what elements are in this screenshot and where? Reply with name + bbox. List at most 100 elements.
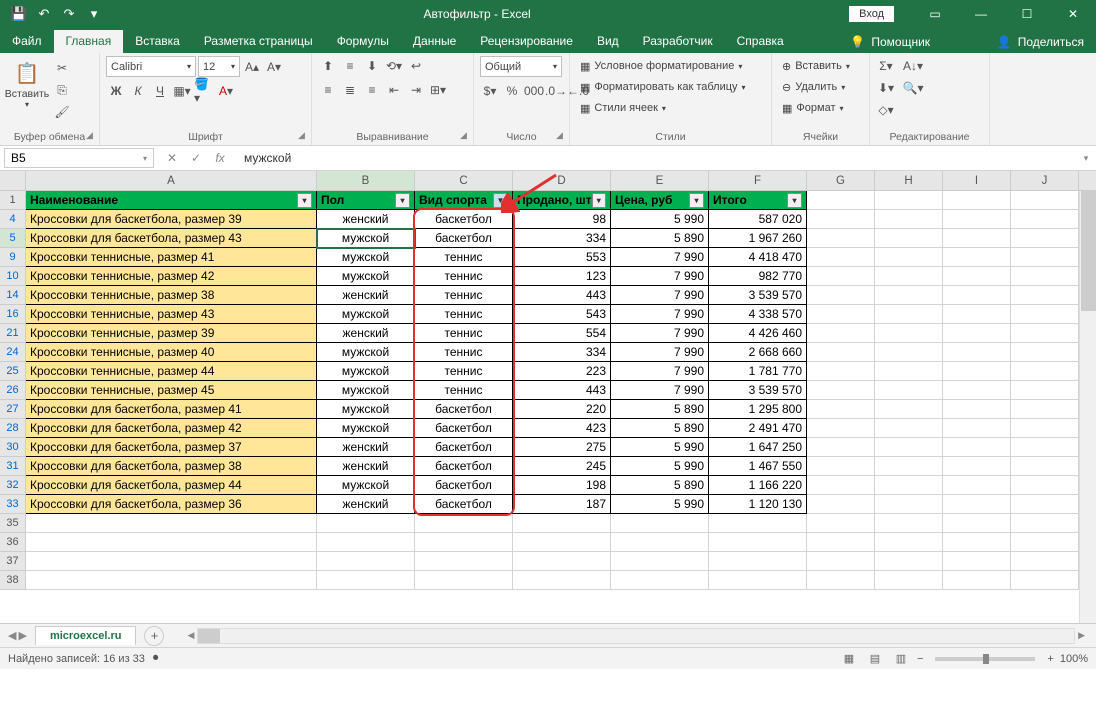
cell[interactable]: Кроссовки для баскетбола, размер 37 — [26, 438, 317, 457]
cell[interactable] — [317, 514, 415, 533]
cell[interactable]: 1 781 770 — [709, 362, 807, 381]
row-header[interactable]: 31 — [0, 457, 26, 476]
cell[interactable] — [1011, 571, 1079, 590]
zoom-in-icon[interactable]: + — [1047, 653, 1053, 665]
cell[interactable]: 443 — [513, 381, 611, 400]
cell[interactable]: 2 668 660 — [709, 343, 807, 362]
cell[interactable]: мужской — [317, 381, 415, 400]
cell[interactable]: 7 990 — [611, 362, 709, 381]
cell[interactable]: теннис — [415, 343, 513, 362]
row-header[interactable]: 36 — [0, 533, 26, 552]
cell[interactable]: мужской — [317, 400, 415, 419]
cell[interactable]: 1 166 220 — [709, 476, 807, 495]
cell[interactable]: Кроссовки теннисные, размер 43 — [26, 305, 317, 324]
row-header[interactable]: 10 — [0, 267, 26, 286]
column-header-A[interactable]: A — [26, 171, 317, 190]
zoom-slider[interactable] — [935, 657, 1035, 661]
align-center-icon[interactable]: ≣ — [340, 80, 360, 100]
cell[interactable]: 4 426 460 — [709, 324, 807, 343]
page-layout-view-icon[interactable]: ▤ — [865, 651, 885, 667]
clear-icon[interactable]: ◇▾ — [876, 100, 896, 120]
filter-active-icon[interactable]: ▼ — [493, 193, 508, 208]
enter-formula-icon[interactable]: ✓ — [184, 148, 208, 168]
filter-dropdown-icon[interactable]: ▾ — [395, 193, 410, 208]
format-painter-icon[interactable]: 🖌 — [52, 102, 72, 122]
cell[interactable]: баскетбол — [415, 210, 513, 229]
row-header[interactable]: 24 — [0, 343, 26, 362]
cell[interactable] — [709, 533, 807, 552]
column-header-H[interactable]: H — [875, 171, 943, 190]
vscroll-thumb[interactable] — [1081, 191, 1096, 311]
cell[interactable] — [611, 571, 709, 590]
cell[interactable]: Кроссовки для баскетбола, размер 44 — [26, 476, 317, 495]
formula-input[interactable]: мужской — [238, 151, 1076, 165]
sort-filter-icon[interactable]: A↓▾ — [898, 56, 928, 76]
cell[interactable]: 1 647 250 — [709, 438, 807, 457]
zoom-thumb[interactable] — [983, 654, 989, 664]
paste-button[interactable]: 📋 Вставить ▾ — [6, 56, 48, 109]
insert-cells-button[interactable]: ⊕Вставить▾ — [778, 56, 854, 76]
cell[interactable]: женский — [317, 438, 415, 457]
conditional-formatting-button[interactable]: ▦Условное форматирование▾ — [576, 56, 746, 76]
cell[interactable]: 223 — [513, 362, 611, 381]
cell[interactable]: 220 — [513, 400, 611, 419]
underline-button[interactable]: Ч — [150, 81, 170, 101]
cell[interactable]: 7 990 — [611, 305, 709, 324]
cell[interactable] — [611, 533, 709, 552]
cell[interactable]: теннис — [415, 286, 513, 305]
page-break-view-icon[interactable]: ▥ — [891, 651, 911, 667]
cell[interactable]: Кроссовки теннисные, размер 44 — [26, 362, 317, 381]
redo-icon[interactable]: ↷ — [58, 3, 80, 25]
cell[interactable]: 198 — [513, 476, 611, 495]
clipboard-launcher-icon[interactable]: ◢ — [83, 129, 96, 142]
login-button[interactable]: Вход — [849, 6, 894, 22]
bold-button[interactable]: Ж — [106, 81, 126, 101]
filter-dropdown-icon[interactable]: ▾ — [592, 193, 606, 208]
add-sheet-button[interactable]: + — [144, 626, 164, 646]
cell[interactable]: 5 990 — [611, 438, 709, 457]
cell[interactable]: 5 990 — [611, 457, 709, 476]
cell[interactable]: мужской — [317, 305, 415, 324]
delete-cells-button[interactable]: ⊖Удалить▾ — [778, 77, 849, 97]
cell[interactable] — [943, 571, 1011, 590]
cell[interactable]: 275 — [513, 438, 611, 457]
number-launcher-icon[interactable]: ◢ — [553, 129, 566, 142]
ribbon-tab-вставка[interactable]: Вставка — [123, 30, 192, 53]
cell[interactable] — [709, 514, 807, 533]
cell[interactable] — [709, 571, 807, 590]
cell[interactable]: 187 — [513, 495, 611, 514]
fill-color-icon[interactable]: 🪣▾ — [194, 81, 214, 101]
cell[interactable]: баскетбол — [415, 229, 513, 248]
cell[interactable]: женский — [317, 286, 415, 305]
cell[interactable]: 1 967 260 — [709, 229, 807, 248]
align-left-icon[interactable]: ≡ — [318, 80, 338, 100]
font-name-select[interactable]: Calibri▾ — [106, 56, 196, 77]
cell[interactable] — [415, 571, 513, 590]
cell[interactable] — [943, 552, 1011, 571]
qat-dropdown-icon[interactable]: ▾ — [83, 3, 105, 25]
cell[interactable] — [807, 514, 875, 533]
row-header[interactable]: 30 — [0, 438, 26, 457]
hscroll-left-icon[interactable]: ◀ — [184, 630, 197, 641]
cell[interactable]: 4 418 470 — [709, 248, 807, 267]
table-header[interactable]: Наименование▾ — [26, 191, 317, 210]
cell[interactable] — [709, 552, 807, 571]
cell[interactable] — [807, 571, 875, 590]
cell[interactable]: мужской — [317, 476, 415, 495]
format-cells-button[interactable]: ▦Формат▾ — [778, 98, 848, 118]
minimize-icon[interactable]: — — [958, 0, 1004, 28]
undo-icon[interactable]: ↶ — [33, 3, 55, 25]
cell[interactable] — [611, 514, 709, 533]
border-icon[interactable]: ▦▾ — [172, 81, 192, 101]
align-right-icon[interactable]: ≡ — [362, 80, 382, 100]
horizontal-scrollbar[interactable]: ◀ ▶ — [184, 628, 1088, 644]
ribbon-tab-формулы[interactable]: Формулы — [325, 30, 401, 53]
row-header[interactable]: 5 — [0, 229, 26, 248]
cell[interactable]: Кроссовки для баскетбола, размер 43 — [26, 229, 317, 248]
cell[interactable]: 587 020 — [709, 210, 807, 229]
number-format-select[interactable]: Общий▾ — [480, 56, 562, 77]
cell[interactable] — [415, 552, 513, 571]
table-header[interactable]: Итого▾ — [709, 191, 807, 210]
zoom-out-icon[interactable]: − — [917, 653, 923, 665]
cell[interactable]: 5 990 — [611, 495, 709, 514]
